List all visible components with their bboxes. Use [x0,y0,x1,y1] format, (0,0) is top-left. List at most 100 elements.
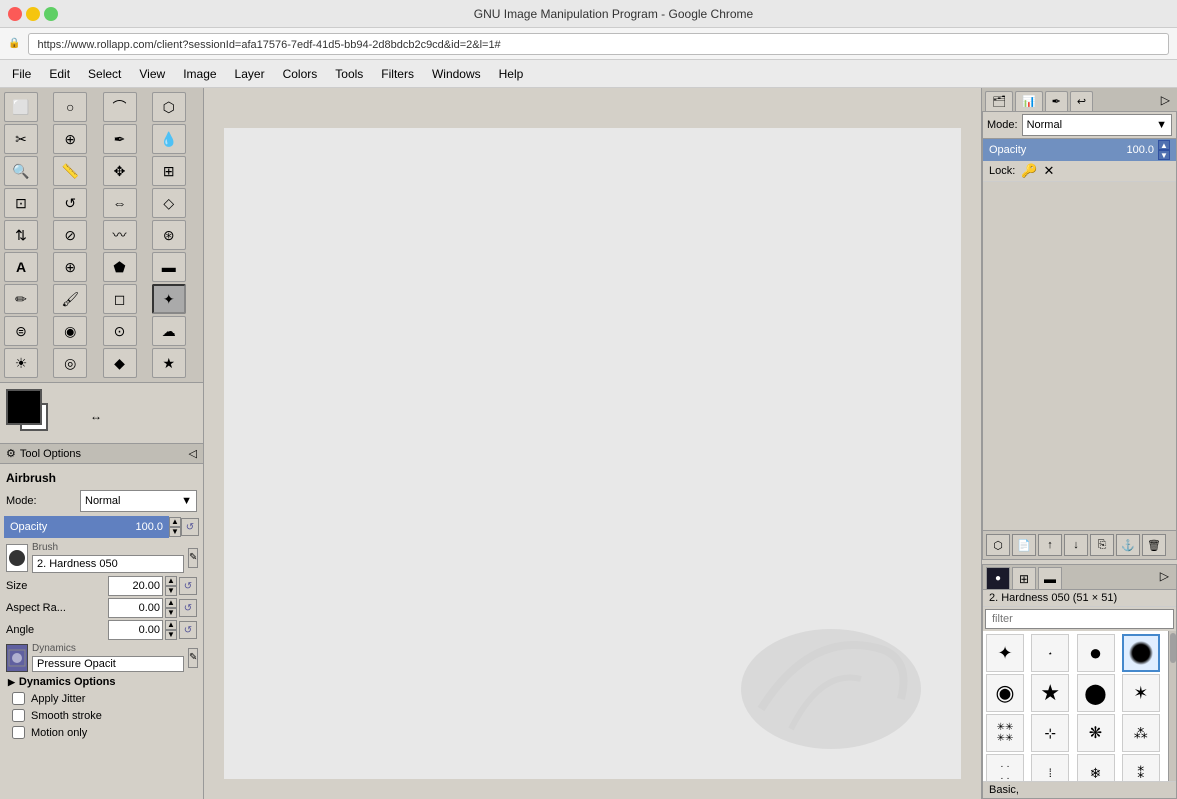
lock-pixels-icon[interactable]: 🔑 [1021,163,1037,179]
angle-down[interactable]: ▼ [165,630,177,640]
gradient-tool[interactable]: ▬ [152,252,186,282]
mode-dropdown[interactable]: Normal ▼ [80,490,197,512]
warp-tool[interactable]: 〰 [103,220,137,250]
layers-opacity-spinner[interactable]: ▲ ▼ [1158,140,1170,160]
heal-tool[interactable]: ⊕ [53,252,87,282]
maximize-button[interactable] [44,7,58,21]
smooth-stroke-checkbox[interactable] [12,709,25,722]
size-down[interactable]: ▼ [165,586,177,596]
dynamics-options-header[interactable]: ▶ Dynamics Options [4,674,199,690]
paths-tab[interactable]: ✒ [1045,91,1068,111]
menu-file[interactable]: File [4,65,39,83]
brush-cell-2[interactable]: ⋆ [1031,634,1069,672]
fuzzy-select-tool[interactable]: ⬡ [152,92,186,122]
smudge-tool[interactable]: ☁ [152,316,186,346]
menu-filters[interactable]: Filters [373,65,422,83]
brush-cell-16[interactable]: ⁑ [1122,754,1160,781]
pencil-tool[interactable]: ✏ [4,284,38,314]
duplicate-layer-button[interactable]: ⎘ [1090,534,1114,556]
minimize-button[interactable] [26,7,40,21]
aspect-spinner[interactable]: ▲ ▼ [165,598,177,618]
size-reset[interactable]: ↺ [179,577,197,595]
brush-cell-1[interactable]: ✦ [986,634,1024,672]
brush-cell-9[interactable]: ✳✳✳✳ [986,714,1024,752]
opacity-reset[interactable]: ↺ [181,518,199,536]
paths-tool[interactable]: ✒ [103,124,137,154]
channels-tab[interactable]: 📊 [1015,91,1043,111]
canvas-area[interactable] [204,88,981,799]
move-tool[interactable]: ✥ [103,156,137,186]
brush-name-input[interactable] [32,555,184,573]
brush-cell-15[interactable]: ❄ [1077,754,1115,781]
angle-reset[interactable]: ↺ [179,621,197,639]
eraser-tool[interactable]: ◻ [103,284,137,314]
size-spinner[interactable]: ▲ ▼ [165,576,177,596]
angle-input[interactable] [108,620,163,640]
brush-filter-input[interactable] [985,609,1174,629]
layers-mode-dropdown[interactable]: Normal ▼ [1022,114,1172,136]
raise-layer-button[interactable]: ↑ [1038,534,1062,556]
lower-layer-button[interactable]: ↓ [1064,534,1088,556]
brush-cell-5[interactable]: ◉ [986,674,1024,712]
anchor-layer-button[interactable]: ⚓ [1116,534,1140,556]
dynamics-edit-button[interactable]: ✎ [188,648,198,668]
brush-cell-12[interactable]: ⁂ [1122,714,1160,752]
new-layer-group-button[interactable]: ⬡ [986,534,1010,556]
swap-colors-icon[interactable]: ↔ [90,409,98,417]
size-input[interactable] [108,576,163,596]
paintbrush-tool[interactable]: 🖌 [53,284,87,314]
new-layer-button[interactable]: 📄 [1012,534,1036,556]
zoom-tool[interactable]: 🔍 [4,156,38,186]
free-select-tool[interactable]: ⌒ [103,92,137,122]
brush-scroll-thumb[interactable] [1170,633,1176,663]
aspect-up[interactable]: ▲ [165,598,177,608]
brush-cell-6[interactable]: ★ [1031,674,1069,712]
opacity-slider[interactable]: Opacity [4,516,129,538]
ink-tool[interactable]: ⊜ [4,316,38,346]
brush-cell-13[interactable]: · ·· · [986,754,1024,781]
panel-menu-button[interactable]: ▷ [1157,91,1174,111]
apply-jitter-checkbox[interactable] [12,692,25,705]
scale-tool[interactable]: ⇔ [103,188,137,218]
brush-cell-4[interactable] [1122,634,1160,672]
opacity-down[interactable]: ▼ [169,527,181,537]
close-button[interactable] [8,7,22,21]
menu-tools[interactable]: Tools [327,65,371,83]
opacity-spinner[interactable]: ▲ ▼ [169,517,181,537]
browser-controls[interactable] [8,7,58,21]
rotate-tool[interactable]: ↺ [53,188,87,218]
menu-image[interactable]: Image [175,65,224,83]
address-url[interactable]: https://www.rollapp.com/client?sessionId… [28,33,1169,55]
desaturate-tool[interactable]: ◎ [53,348,87,378]
crop-tool[interactable]: ⊡ [4,188,38,218]
menu-select[interactable]: Select [80,65,129,83]
angle-up[interactable]: ▲ [165,620,177,630]
angle-spinner[interactable]: ▲ ▼ [165,620,177,640]
brush-cell-10[interactable]: ⊹ [1031,714,1069,752]
layers-tab[interactable]: 🗂 [985,91,1013,111]
menu-layer[interactable]: Layer [227,65,273,83]
clone-tool[interactable]: ⊙ [103,316,137,346]
menu-edit[interactable]: Edit [41,65,78,83]
unified-tool[interactable]: ⊛ [152,220,186,250]
color-picker-tool[interactable]: 💧 [152,124,186,154]
motion-only-checkbox[interactable] [12,726,25,739]
size-up[interactable]: ▲ [165,576,177,586]
brush-cell-3[interactable]: ● [1077,634,1115,672]
brush-cell-14[interactable]: ⁞ [1031,754,1069,781]
opacity-up[interactable]: ▲ [169,517,181,527]
aspect-down[interactable]: ▼ [165,608,177,618]
measure-tool[interactable]: 📏 [53,156,87,186]
menu-view[interactable]: View [131,65,173,83]
dynamics-input[interactable] [32,656,184,672]
flip-tool[interactable]: ⇅ [4,220,38,250]
brushes-gradients-tab[interactable]: ▬ [1038,567,1062,589]
bucket-tool[interactable]: ⬟ [103,252,137,282]
mypaint-tool[interactable]: ◉ [53,316,87,346]
align-tool[interactable]: ⊞ [152,156,186,186]
undo-tab[interactable]: ↩ [1070,91,1093,111]
lock-position-icon[interactable]: ✕ [1043,163,1054,179]
rect-select-tool[interactable]: ⬜ [4,92,38,122]
menu-windows[interactable]: Windows [424,65,489,83]
layers-opacity-up[interactable]: ▲ [1158,140,1170,150]
